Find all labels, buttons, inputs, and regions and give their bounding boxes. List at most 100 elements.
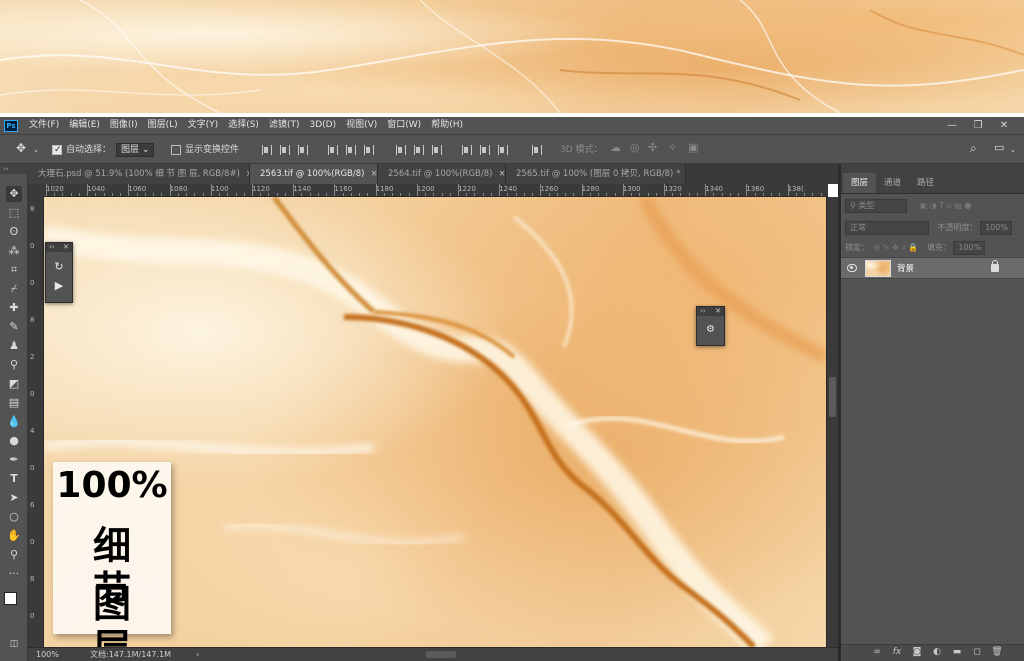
fill-input[interactable]: 100% — [953, 241, 986, 255]
blur-tool-icon[interactable]: 💧 — [6, 414, 22, 430]
distribute-bottom-icon[interactable] — [430, 144, 442, 156]
3d-scale-icon[interactable]: ▣ — [688, 141, 698, 155]
tab-close-icon[interactable]: × — [370, 169, 377, 179]
magic-wand-tool-icon[interactable]: ⁂ — [6, 243, 22, 259]
eye-icon[interactable] — [847, 264, 857, 272]
vertical-scrollbar[interactable] — [827, 197, 838, 647]
layer-filter-select[interactable]: ⚲ 类型 — [845, 199, 907, 213]
menu-type[interactable]: 文字(Y) — [183, 117, 224, 134]
distribute-hcenter-icon[interactable] — [478, 144, 490, 156]
distribute-right-icon[interactable] — [496, 144, 508, 156]
mask-icon[interactable]: ◙ — [911, 647, 923, 657]
mini-panel-header[interactable]: ›› ✕ — [697, 307, 724, 316]
path-selection-tool-icon[interactable]: ➤ — [6, 490, 22, 506]
play-action-icon[interactable]: ▶ — [46, 279, 72, 292]
collapse-icon[interactable]: ›› — [700, 307, 706, 316]
history-brush-tool-icon[interactable]: ⚲ — [6, 357, 22, 373]
delete-icon[interactable]: 🗑 — [991, 647, 1003, 657]
auto-select-target-select[interactable]: 图层 ⌄ — [116, 143, 155, 157]
shape-tool-icon[interactable]: ○ — [6, 509, 22, 525]
layer-thumbnail[interactable] — [865, 260, 891, 277]
menu-help[interactable]: 帮助(H) — [426, 117, 468, 134]
eyedropper-tool-icon[interactable]: ⌿ — [6, 281, 22, 297]
tool-preset-chevron-icon[interactable]: ⌄ — [33, 143, 39, 157]
menu-layer[interactable]: 图层(L) — [143, 117, 183, 134]
3d-slide-icon[interactable]: ✧ — [668, 141, 677, 155]
layer-row-background[interactable]: 背景 — [841, 257, 1024, 279]
show-transform-checkbox[interactable] — [171, 143, 181, 157]
move-tool-icon[interactable]: ✥ — [16, 141, 26, 155]
new-layer-icon[interactable]: ◻ — [971, 647, 983, 657]
eraser-tool-icon[interactable]: ◩ — [6, 376, 22, 392]
tab-2564-tif[interactable]: 2564.tif @ 100%(RGB/8) × — [378, 164, 506, 184]
3d-pan-icon[interactable]: ✣ — [648, 141, 657, 155]
menu-filter[interactable]: 滤镜(T) — [264, 117, 305, 134]
align-left-icon[interactable] — [326, 144, 338, 156]
menu-3d[interactable]: 3D(D) — [304, 117, 341, 134]
collapse-icon[interactable]: ›› — [49, 243, 55, 252]
close-icon[interactable]: ✕ — [63, 243, 69, 252]
workspace-chevron-icon[interactable]: ⌄ — [1010, 143, 1016, 157]
close-icon[interactable]: ✕ — [715, 307, 721, 316]
layer-filter-icons[interactable]: ▣ ◑ T ⌂ ▤ ● — [920, 201, 972, 210]
move-tool-icon[interactable]: ✥ — [6, 186, 22, 202]
menu-select[interactable]: 选择(S) — [223, 117, 264, 134]
align-right-icon[interactable] — [362, 144, 374, 156]
3d-roll-icon[interactable]: ◎ — [630, 141, 640, 155]
clone-stamp-tool-icon[interactable]: ♟ — [6, 338, 22, 354]
distribute-top-icon[interactable] — [394, 144, 406, 156]
history-icon[interactable]: ↻ — [46, 260, 72, 273]
dodge-tool-icon[interactable]: ● — [6, 433, 22, 449]
pen-tool-icon[interactable]: ✒ — [6, 452, 22, 468]
menu-edit[interactable]: 编辑(E) — [64, 117, 105, 134]
auto-align-icon[interactable] — [530, 144, 542, 156]
lock-icons[interactable]: ⊞ ✎ ✥ ⌗ 🔒 — [874, 243, 919, 252]
menu-window[interactable]: 窗口(W) — [382, 117, 426, 134]
align-hcenter-icon[interactable] — [344, 144, 356, 156]
workspace-icon[interactable]: ▭ — [994, 141, 1004, 155]
crop-tool-icon[interactable]: ⌗ — [6, 262, 22, 278]
status-info-arrow[interactable]: › — [196, 648, 199, 661]
mini-panel-header[interactable]: ›› ✕ — [46, 243, 72, 252]
zoom-tool-icon[interactable]: ⚲ — [6, 547, 22, 563]
auto-select-checkbox[interactable] — [52, 143, 62, 157]
close-window-button[interactable]: ✕ — [992, 117, 1016, 134]
restore-button[interactable]: ❐ — [966, 117, 990, 134]
quick-mask-icon[interactable]: ◫ — [6, 636, 22, 652]
group-icon[interactable]: ▬ — [951, 647, 963, 657]
menu-file[interactable]: 文件(F) — [24, 117, 64, 134]
align-bottom-icon[interactable] — [296, 144, 308, 156]
adjustment-icon[interactable]: ◐ — [931, 647, 943, 657]
marquee-tool-icon[interactable]: ⬚ — [6, 205, 22, 221]
3d-orbit-icon[interactable]: ☁ — [610, 141, 621, 155]
align-top-icon[interactable] — [260, 144, 272, 156]
horizontal-scrollbar-thumb[interactable] — [426, 651, 456, 658]
vertical-scrollbar-thumb[interactable] — [829, 377, 836, 417]
minimize-button[interactable]: — — [940, 117, 964, 134]
zoom-level[interactable]: 100% — [36, 648, 59, 661]
opacity-input[interactable]: 100% — [980, 221, 1013, 235]
tab-layers[interactable]: 图层 — [843, 173, 877, 193]
more-tools-icon[interactable]: ··· — [6, 566, 22, 582]
blend-mode-select[interactable]: 正常 — [845, 221, 929, 235]
gradient-tool-icon[interactable]: ▤ — [6, 395, 22, 411]
type-tool-icon[interactable]: T — [6, 471, 22, 487]
distribute-left-icon[interactable] — [460, 144, 472, 156]
fx-icon[interactable]: fx — [891, 647, 903, 657]
distribute-vcenter-icon[interactable] — [412, 144, 424, 156]
toolbox-collapse-icon[interactable]: ›› — [0, 164, 28, 174]
tab-2563-tif[interactable]: 2563.tif @ 100%(RGB/8) × — [250, 164, 378, 184]
link-icon[interactable]: ∞ — [871, 647, 883, 657]
brush-tool-icon[interactable]: ✎ — [6, 319, 22, 335]
foreground-color-swatch[interactable] — [4, 592, 17, 605]
menu-view[interactable]: 视图(V) — [341, 117, 382, 134]
tab-close-icon[interactable]: × — [498, 169, 505, 179]
hand-tool-icon[interactable]: ✋ — [6, 528, 22, 544]
tab-marble-psd[interactable]: 大理石.psd @ 51.9% (100% 细 节 图 层, RGB/8#)× — [28, 164, 250, 184]
align-vcenter-icon[interactable] — [278, 144, 290, 156]
menu-image[interactable]: 图像(I) — [105, 117, 143, 134]
search-icon[interactable]: ⌕ — [970, 141, 977, 155]
healing-brush-tool-icon[interactable]: ✚ — [6, 300, 22, 316]
lasso-tool-icon[interactable]: ʘ — [6, 224, 22, 240]
tab-channels[interactable]: 通道 — [876, 173, 909, 193]
